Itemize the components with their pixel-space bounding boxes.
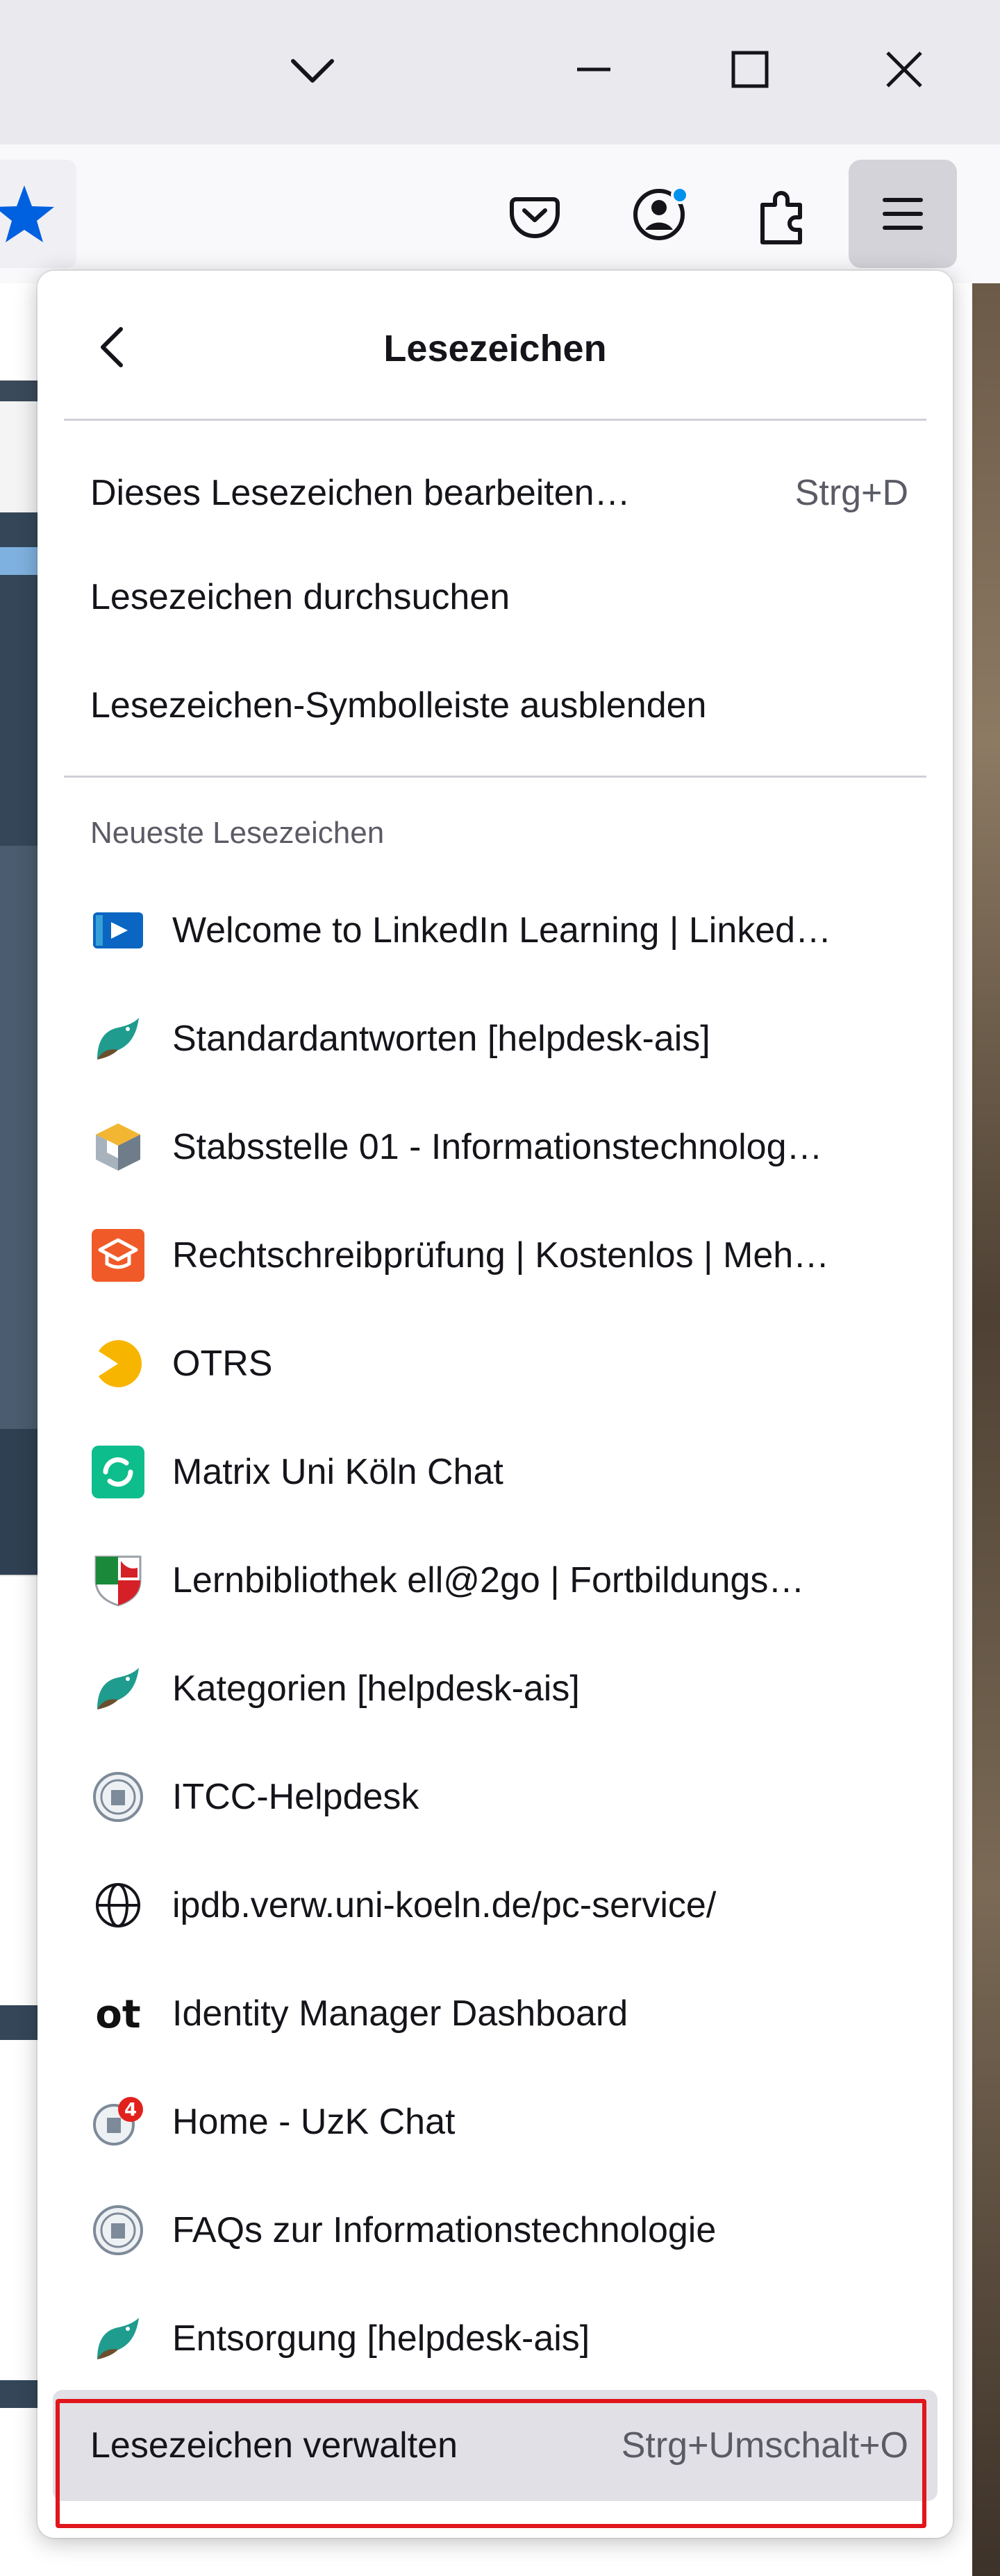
menu-item-label: Lesezeichen-Symbolleiste ausblenden (90, 685, 707, 726)
pocket-button[interactable] (490, 169, 580, 259)
list-all-tabs-button[interactable] (271, 28, 354, 111)
globe-icon (90, 1877, 146, 1933)
bookmark-item[interactable]: Stabsstelle 01 - Informationstechnolog… (53, 1093, 938, 1201)
graduation-cap-icon (90, 1228, 146, 1283)
helpdesk-bird-icon (90, 1661, 146, 1716)
edit-bookmark-item[interactable]: Dieses Lesezeichen bearbeiten… Strg+D (53, 444, 938, 542)
bookmark-title: ipdb.verw.uni-koeln.de/pc-service/ (172, 1885, 717, 1925)
ot-logo-text: ot (95, 1992, 140, 2037)
linkedin-learning-icon (90, 903, 146, 958)
navigation-toolbar (0, 144, 1000, 283)
account-button[interactable] (615, 169, 705, 259)
bookmark-item[interactable]: ITCC-Helpdesk (53, 1743, 938, 1851)
bookmark-item[interactable]: ot Identity Manager Dashboard (53, 1959, 938, 2068)
separator (64, 776, 926, 778)
bookmark-title: Standardantworten [helpdesk-ais] (172, 1019, 710, 1059)
menu-item-label: Lesezeichen durchsuchen (90, 577, 510, 617)
close-window-button[interactable] (862, 28, 946, 111)
bookmark-title: ITCC-Helpdesk (172, 1777, 419, 1817)
helpdesk-bird-icon (90, 2311, 146, 2366)
bookmark-item[interactable]: ipdb.verw.uni-koeln.de/pc-service/ (53, 1851, 938, 1959)
panel-header: Lesezeichen (38, 271, 953, 420)
title-bar (0, 0, 1000, 144)
minimize-icon (577, 67, 610, 72)
pocket-icon (510, 197, 560, 238)
bookmark-title: Matrix Uni Köln Chat (172, 1452, 503, 1492)
hide-bookmarks-toolbar-item[interactable]: Lesezeichen-Symbolleiste ausblenden (53, 657, 938, 754)
bookmark-title: Home - UzK Chat (172, 2102, 456, 2142)
bookmark-title: Kategorien [helpdesk-ais] (172, 1668, 580, 1709)
bookmark-item[interactable]: Lernbibliothek ell@2go | Fortbildungs… (53, 1526, 938, 1634)
otrs-icon (90, 1336, 146, 1391)
bookmark-title: Welcome to LinkedIn Learning | Linked… (172, 910, 832, 951)
search-bookmarks-item[interactable]: Lesezeichen durchsuchen (53, 549, 938, 646)
matrix-chat-icon (90, 1444, 146, 1500)
account-icon (633, 186, 689, 240)
nrw-crest-icon (90, 1553, 146, 1608)
bookmark-title: Rechtschreibprüfung | Kostenlos | Meh… (172, 1235, 830, 1276)
bookmark-title: Entsorgung [helpdesk-ais] (172, 2318, 590, 2359)
bookmark-title: Lernbibliothek ell@2go | Fortbildungs… (172, 1560, 805, 1600)
bookmark-item[interactable]: Welcome to LinkedIn Learning | Linked… (53, 876, 938, 985)
bookmark-item[interactable]: Standardantworten [helpdesk-ais] (53, 985, 938, 1093)
menu-item-label: Dieses Lesezeichen bearbeiten… (90, 473, 631, 513)
bookmark-item[interactable]: Entsorgung [helpdesk-ais] (53, 2284, 938, 2393)
application-menu-button[interactable] (849, 160, 957, 268)
bookmark-title: OTRS (172, 1344, 273, 1384)
bookmark-item[interactable]: OTRS (53, 1310, 938, 1418)
recent-bookmarks-heading: Neueste Lesezeichen (90, 816, 385, 850)
maximize-button[interactable] (708, 28, 792, 111)
bookmark-item[interactable]: Rechtschreibprüfung | Kostenlos | Meh… (53, 1201, 938, 1310)
star-icon (0, 185, 54, 242)
cube-icon (90, 1119, 146, 1175)
bookmarks-panel: Lesezeichen Dieses Lesezeichen bearbeite… (38, 271, 953, 2538)
bookmark-item[interactable]: Kategorien [helpdesk-ais] (53, 1634, 938, 1743)
maximize-icon (731, 51, 769, 88)
bookmark-title: Stabsstelle 01 - Informationstechnolog… (172, 1127, 823, 1167)
shortcut-label: Strg+D (794, 473, 908, 513)
minimize-button[interactable] (552, 28, 635, 111)
bookmark-item[interactable]: Matrix Uni Köln Chat (53, 1418, 938, 1526)
desktop-background-edge (972, 283, 1000, 2576)
bookmark-title: Identity Manager Dashboard (172, 1993, 628, 2034)
chevron-down-icon (291, 59, 334, 83)
extensions-icon (760, 191, 802, 244)
bookmark-item[interactable]: FAQs zur Informationstechnologie (53, 2176, 938, 2284)
university-seal-icon (90, 2202, 146, 2258)
bookmark-title: FAQs zur Informationstechnologie (172, 2210, 717, 2250)
ot-logo-icon: ot (90, 1986, 146, 2041)
bookmark-item[interactable]: 4 Home - UzK Chat (53, 2068, 938, 2176)
university-seal-icon (90, 1769, 146, 1825)
close-icon (886, 51, 922, 87)
bookmark-star-button[interactable] (0, 169, 69, 259)
helpdesk-bird-icon (90, 1011, 146, 1067)
notification-count: 4 (124, 2100, 137, 2121)
extensions-button[interactable] (736, 169, 826, 259)
hamburger-menu-icon (883, 198, 923, 230)
separator (64, 419, 926, 421)
highlight-box (56, 2399, 926, 2528)
uzk-chat-icon: 4 (90, 2094, 146, 2150)
panel-title: Lesezeichen (383, 328, 607, 369)
